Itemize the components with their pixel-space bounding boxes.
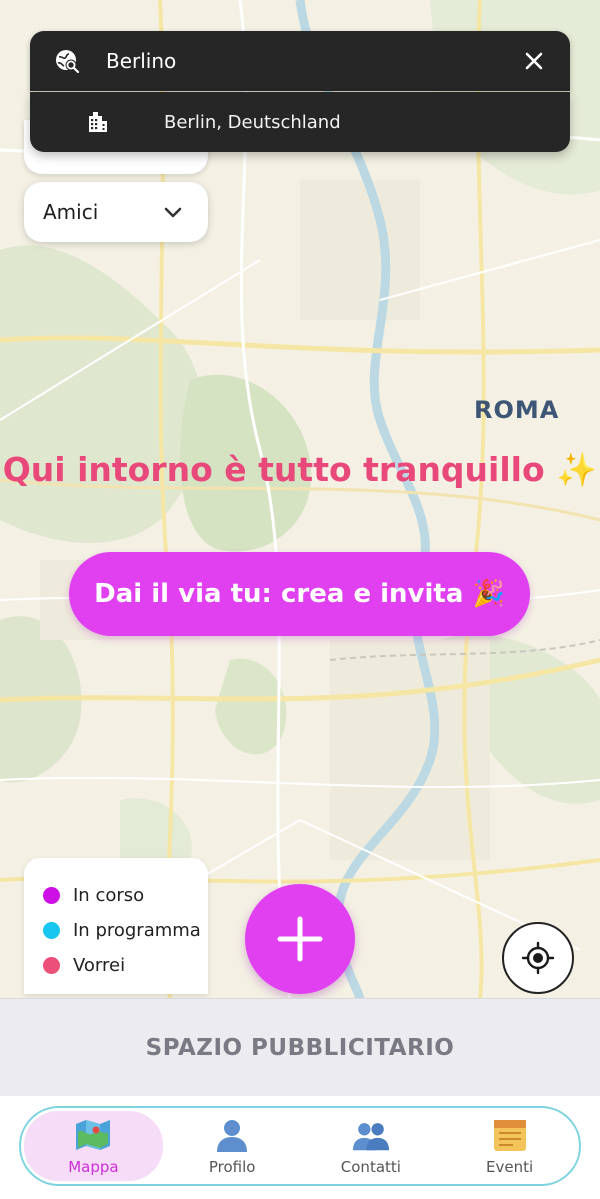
legend-item-in-programma: In programma (24, 913, 208, 948)
nav-label: Eventi (486, 1158, 534, 1176)
legend-dot (43, 887, 60, 904)
search-input[interactable] (104, 48, 514, 74)
nav-item-mappa[interactable]: Mappa (24, 1111, 163, 1181)
ad-label: SPAZIO PUBBLICITARIO (145, 1035, 455, 1061)
globe-search-icon (54, 48, 80, 74)
building-icon (86, 110, 110, 134)
user-icon (213, 1116, 251, 1154)
bottom-navigation: Mappa Profilo Contatti Eventi (19, 1106, 581, 1186)
nav-item-eventi[interactable]: Eventi (440, 1111, 579, 1181)
close-icon (525, 52, 543, 70)
crosshair-icon (521, 941, 555, 975)
map-city-label: ROMA (474, 396, 560, 424)
legend-dot (43, 922, 60, 939)
empty-state-message: Qui intorno è tutto tranquillo ✨ (2, 450, 598, 489)
legend-label: Vorrei (73, 955, 126, 976)
map-icon (74, 1116, 112, 1154)
ad-banner[interactable]: SPAZIO PUBBLICITARIO (0, 998, 600, 1097)
chevron-down-icon (162, 201, 184, 223)
plus-icon (277, 916, 323, 962)
my-location-button[interactable] (502, 922, 574, 994)
nav-item-contatti[interactable]: Contatti (302, 1111, 441, 1181)
search-suggestion-item[interactable]: Berlin, Deutschland (30, 92, 570, 152)
create-invite-button[interactable]: Dai il via tu: crea e invita 🎉 (69, 552, 530, 636)
legend-item-in-corso: In corso (24, 878, 208, 913)
legend-label: In corso (73, 885, 145, 906)
filter-selected-label: Amici (43, 200, 99, 224)
legend-dot (43, 957, 60, 974)
nav-label: Mappa (68, 1158, 119, 1176)
location-search-bar (30, 31, 570, 91)
nav-item-profilo[interactable]: Profilo (163, 1111, 302, 1181)
clear-search-button[interactable] (514, 41, 554, 81)
add-event-button[interactable] (245, 884, 355, 994)
calendar-icon (491, 1116, 529, 1154)
legend-item-vorrei: Vorrei (24, 948, 208, 983)
contacts-icon (352, 1116, 390, 1154)
legend-label: In programma (73, 920, 201, 941)
nav-label: Profilo (208, 1158, 256, 1176)
status-legend: In corso In programma Vorrei (24, 858, 208, 994)
friends-filter-dropdown[interactable]: Amici (24, 182, 208, 242)
suggestion-label: Berlin, Deutschland (164, 111, 341, 133)
nav-label: Contatti (340, 1158, 401, 1176)
